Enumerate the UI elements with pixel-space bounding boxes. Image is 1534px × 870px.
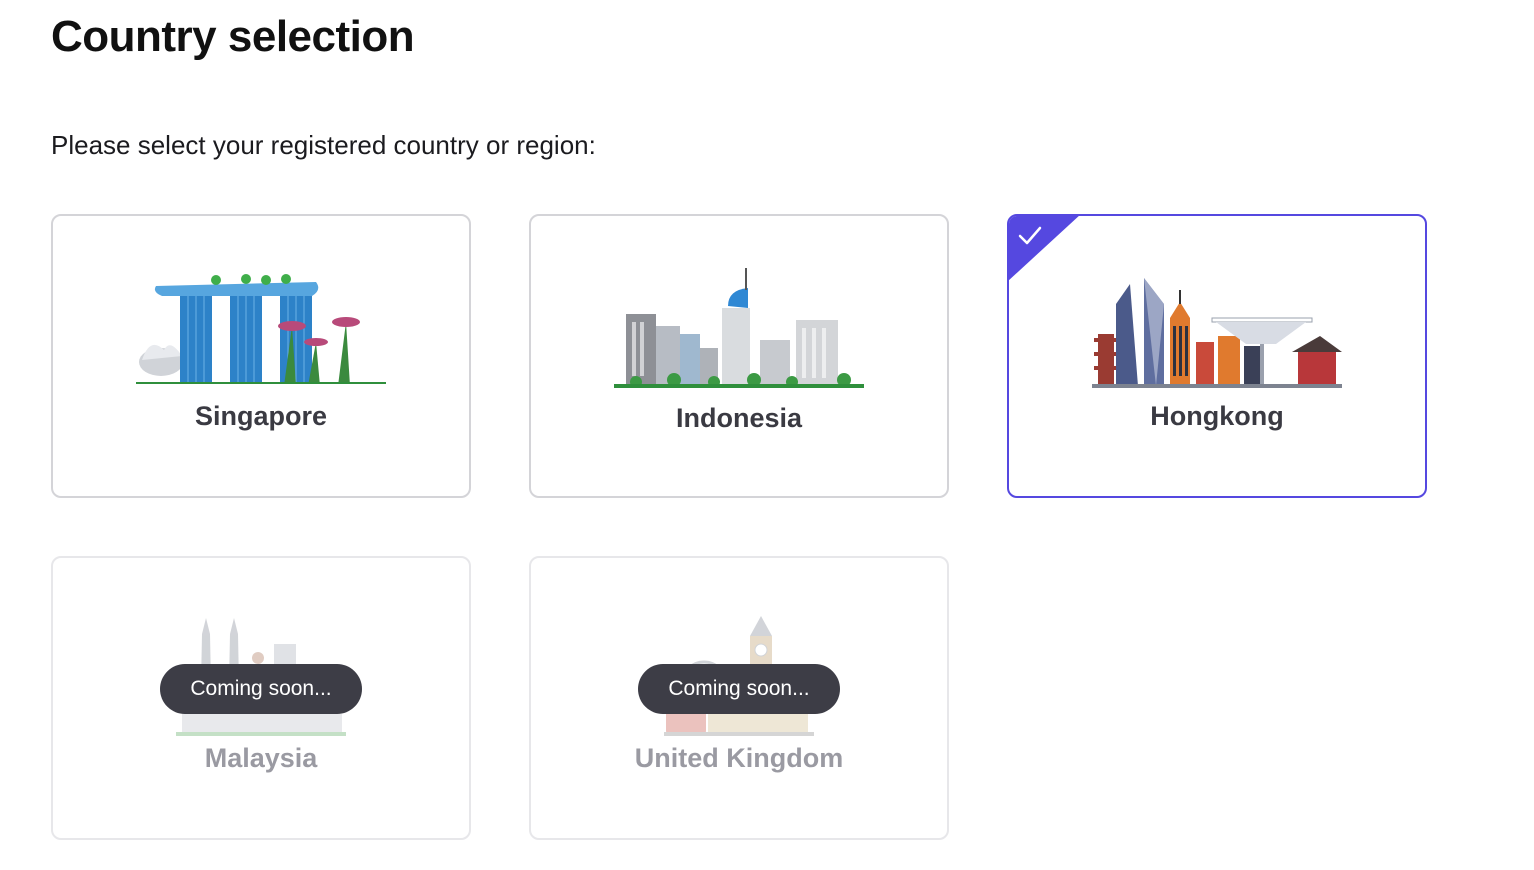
check-icon <box>1009 216 1079 281</box>
country-card-united-kingdom: Coming soon... United Kingdom <box>529 556 949 840</box>
hongkong-skyline-illustration <box>1092 278 1342 388</box>
singapore-skyline-illustration <box>136 274 386 384</box>
country-card-singapore[interactable]: Singapore <box>51 214 471 498</box>
page-title: Country selection <box>51 12 415 61</box>
coming-soon-badge: Coming soon... <box>160 664 362 714</box>
country-card-indonesia[interactable]: Indonesia <box>529 214 949 498</box>
instruction-text: Please select your registered country or… <box>51 130 596 160</box>
country-name: United Kingdom <box>634 743 844 773</box>
country-name: Hongkong <box>1150 401 1284 431</box>
jakarta-skyline-illustration <box>614 268 864 388</box>
country-name: Singapore <box>194 401 328 431</box>
country-name: Indonesia <box>675 403 803 433</box>
coming-soon-badge: Coming soon... <box>638 664 840 714</box>
country-name: Malaysia <box>204 743 318 773</box>
country-card-malaysia: Coming soon... Malaysia <box>51 556 471 840</box>
country-card-hongkong[interactable]: Hongkong <box>1007 214 1427 498</box>
